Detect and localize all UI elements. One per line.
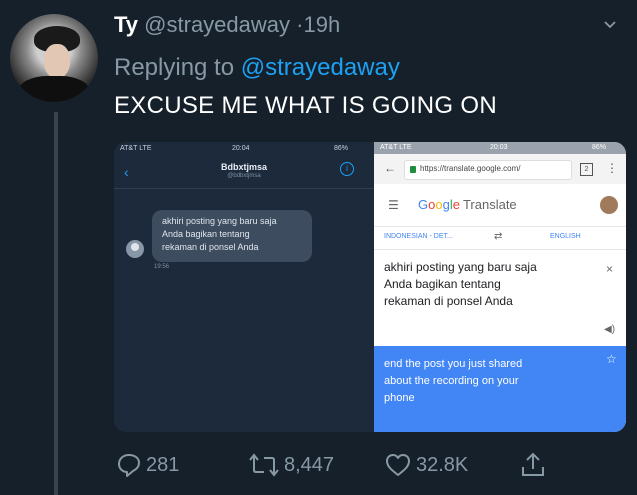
profile-avatar[interactable] — [10, 14, 98, 102]
clear-icon: × — [606, 262, 614, 276]
translate-clock: 20:03 — [490, 144, 508, 151]
source-text-line: rekaman di ponsel Anda — [384, 294, 513, 308]
source-language: INDONESIAN - DET... — [384, 233, 453, 240]
reply-context: Replying to @strayedaway — [114, 54, 400, 82]
translation-line: phone — [384, 392, 415, 404]
browser-back-icon: ← — [384, 161, 396, 175]
share-button[interactable] — [520, 448, 546, 482]
retweet-icon — [249, 453, 279, 477]
display-name[interactable]: Ty — [114, 12, 138, 37]
dm-nav-bar: ‹ Bdbxtjmsa @bdbxtjmsa i — [114, 156, 374, 188]
thread-line — [54, 112, 58, 495]
source-text-line: akhiri posting yang baru saja — [384, 260, 537, 274]
source-text-line: Anda bagikan tentang — [384, 277, 501, 291]
avatar-face — [44, 44, 70, 78]
dm-clock: 20:04 — [232, 145, 250, 152]
speaker-icon: ◀) — [604, 324, 616, 335]
url-text: https://translate.google.com/ — [420, 164, 521, 173]
tweet-media[interactable]: AT&T LTE 20:04 86% ‹ Bdbxtjmsa @bdbxtjms… — [114, 142, 626, 432]
like-count: 32.8K — [416, 453, 469, 476]
tweet-time[interactable]: 19h — [303, 12, 340, 37]
swap-languages-icon: ⇄ — [494, 231, 503, 242]
menu-dots-icon: ⋮ — [606, 161, 618, 175]
translate-battery: 86% — [592, 144, 607, 151]
avatar-shirt — [18, 76, 90, 102]
tabs-icon: 2 — [580, 163, 593, 176]
translate-header: ☰ Google Translate — [374, 184, 626, 226]
hamburger-menu-icon: ☰ — [388, 198, 399, 212]
reply-button[interactable]: 281 — [116, 448, 179, 482]
translate-screenshot: AT&T LTE 20:03 86% ← https://translate.g… — [374, 142, 626, 432]
target-language: ENGLISH — [550, 233, 581, 240]
dm-carrier: AT&T LTE — [120, 145, 152, 152]
dm-screenshot: AT&T LTE 20:04 86% ‹ Bdbxtjmsa @bdbxtjms… — [114, 142, 374, 432]
user-handle[interactable]: @strayedaway — [144, 12, 290, 37]
dm-status-bar: AT&T LTE 20:04 86% — [114, 142, 374, 156]
dm-battery: 86% — [334, 145, 349, 152]
translate-status-bar: AT&T LTE 20:03 86% — [374, 142, 626, 154]
retweet-button[interactable]: 8,447 — [248, 448, 334, 482]
tweet-text: EXCUSE ME WHAT IS GOING ON — [114, 92, 497, 119]
url-field: https://translate.google.com/ — [404, 160, 572, 180]
reply-count: 281 — [146, 453, 180, 476]
chevron-down-icon[interactable] — [603, 18, 617, 32]
dm-message-bubble: akhiri posting yang baru saja Anda bagik… — [152, 210, 312, 262]
tweet-header: Ty @strayedaway ·19h — [114, 12, 340, 38]
reply-handle-link[interactable]: @strayedaway — [241, 54, 400, 81]
dm-title: Bdbxtjmsa — [220, 162, 267, 172]
dm-subtitle: @bdbxtjmsa — [227, 173, 261, 179]
like-button[interactable]: 32.8K — [384, 448, 468, 482]
heart-icon — [386, 454, 410, 476]
star-icon: ☆ — [606, 352, 617, 366]
translate-app-name: Translate — [462, 197, 517, 212]
dm-message-line: Anda bagikan tentang — [162, 229, 250, 239]
profile-picture-icon — [600, 196, 618, 214]
browser-url-bar: ← https://translate.google.com/ 2 ⋮ — [374, 154, 626, 184]
google-translate-logo: Google Translate — [418, 197, 517, 212]
reply-prefix: Replying to — [114, 54, 235, 81]
lock-icon — [410, 166, 416, 173]
dm-timestamp: 19:56 — [154, 264, 170, 270]
dm-message-line: akhiri posting yang baru saja — [162, 216, 277, 226]
language-bar: INDONESIAN - DET... ⇄ ENGLISH — [374, 226, 626, 250]
translation-output: end the post you just shared about the r… — [374, 346, 626, 432]
dm-avatar — [126, 240, 144, 258]
tweet-actions: 281 8,447 32.8K — [114, 448, 626, 482]
info-icon: i — [340, 162, 354, 176]
dm-divider — [114, 188, 374, 189]
dm-message-line: rekaman di ponsel Anda — [162, 242, 259, 252]
retweet-count: 8,447 — [284, 453, 335, 476]
translation-line: about the recording on your — [384, 375, 519, 387]
translation-line: end the post you just shared — [384, 358, 523, 370]
translate-carrier: AT&T LTE — [380, 144, 412, 151]
reply-icon — [118, 454, 140, 477]
share-icon — [522, 452, 544, 476]
